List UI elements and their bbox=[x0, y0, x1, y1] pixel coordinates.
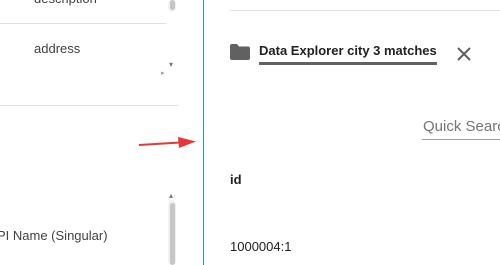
tab-label: Data Explorer city 3 matches bbox=[259, 43, 437, 65]
scroll-down-arrow-icon[interactable]: ▾ bbox=[169, 61, 173, 69]
right-panel: Data Explorer city 3 matches id 1000004:… bbox=[204, 0, 500, 265]
field-address-label: address bbox=[34, 41, 81, 56]
red-arrow-annotation bbox=[138, 137, 196, 148]
divider-line bbox=[0, 105, 178, 106]
divider-line bbox=[230, 10, 500, 11]
scrollbar-thumb[interactable] bbox=[170, 203, 175, 265]
scroll-up-arrow-icon[interactable]: ▴ bbox=[169, 192, 173, 200]
close-icon[interactable] bbox=[456, 46, 472, 62]
divider-line bbox=[0, 23, 166, 24]
resize-handle-icon[interactable]: ▸ bbox=[161, 70, 165, 77]
field-description-label: description bbox=[34, 0, 97, 6]
scrollbar-thumb[interactable] bbox=[170, 0, 175, 10]
table-cell-id[interactable]: 1000004:1 bbox=[230, 239, 291, 254]
tab-data-explorer[interactable]: Data Explorer city 3 matches bbox=[230, 37, 437, 67]
left-panel: description address ▸ PI Name (Singular)… bbox=[0, 0, 204, 265]
field-api-name-label: PI Name (Singular) bbox=[0, 228, 108, 243]
folder-icon bbox=[230, 44, 250, 60]
column-header-id[interactable]: id bbox=[230, 172, 242, 187]
quick-search-input[interactable] bbox=[422, 113, 500, 140]
